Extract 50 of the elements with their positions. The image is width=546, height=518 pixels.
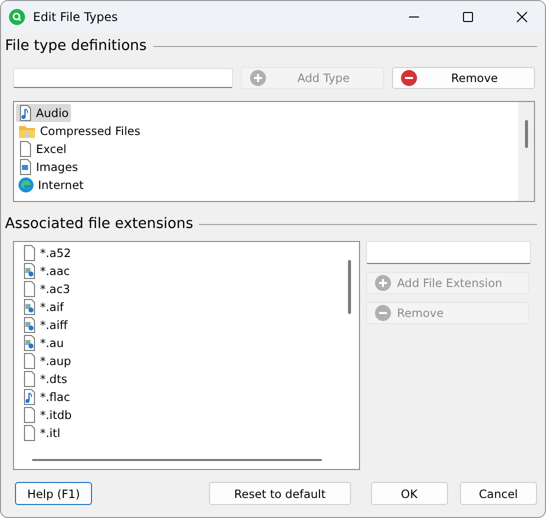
file-type-item[interactable]: Audio: [16, 104, 71, 122]
file-icon: [22, 352, 36, 370]
extension-item[interactable]: *.aup: [20, 352, 74, 370]
minus-icon: [401, 70, 417, 86]
reset-button[interactable]: Reset to default: [209, 482, 351, 505]
file-icon: [22, 280, 36, 298]
file-type-item[interactable]: Internet: [16, 176, 86, 194]
media-file-icon: [22, 298, 36, 316]
globe-icon: [18, 177, 34, 193]
extension-item[interactable]: *.au: [20, 334, 66, 352]
file-type-item[interactable]: Compressed Files: [16, 122, 142, 140]
remove-button[interactable]: Remove: [392, 67, 535, 89]
music-file-icon: [18, 104, 32, 122]
extension-item[interactable]: *.aiff: [20, 316, 70, 334]
extension-item[interactable]: *.aac: [20, 262, 72, 280]
file-icon: [22, 244, 36, 262]
file-icon: [22, 370, 36, 388]
extension-item[interactable]: *.a52: [20, 244, 74, 262]
file-icon: [22, 406, 36, 424]
music-file-icon: [22, 388, 36, 406]
media-file-icon: [22, 334, 36, 352]
image-file-icon: [18, 158, 32, 176]
horizontal-scrollbar[interactable]: [32, 459, 322, 461]
extension-item[interactable]: *.itl: [20, 424, 62, 442]
help-button[interactable]: Help (F1): [15, 482, 92, 505]
extension-item[interactable]: *.ac3: [20, 280, 72, 298]
extension-field[interactable]: [366, 241, 531, 264]
window-title: Edit File Types: [33, 10, 119, 24]
plus-icon: [375, 275, 391, 291]
file-type-item[interactable]: Excel: [16, 140, 68, 158]
plus-icon: [250, 70, 266, 86]
ok-button[interactable]: OK: [370, 482, 448, 505]
file-icon: [18, 140, 32, 158]
folder-icon: [18, 124, 36, 138]
extension-item[interactable]: *.itdb: [20, 406, 74, 424]
maximize-icon[interactable]: [462, 11, 474, 23]
file-type-item[interactable]: Images: [16, 158, 80, 176]
cancel-button[interactable]: Cancel: [460, 482, 537, 505]
file-icon: [22, 424, 36, 442]
minus-icon: [375, 305, 391, 321]
close-icon[interactable]: [516, 11, 528, 23]
section-title: File type definitions: [5, 38, 147, 54]
type-name-field[interactable]: [13, 68, 233, 88]
extension-item[interactable]: *.dts: [20, 370, 70, 388]
app-logo-icon: [9, 9, 25, 25]
media-file-icon: [22, 262, 36, 280]
extension-item[interactable]: *.flac: [20, 388, 72, 406]
extension-item[interactable]: *.aif: [20, 298, 66, 316]
media-file-icon: [22, 316, 36, 334]
section-title: Associated file extensions: [5, 216, 194, 232]
